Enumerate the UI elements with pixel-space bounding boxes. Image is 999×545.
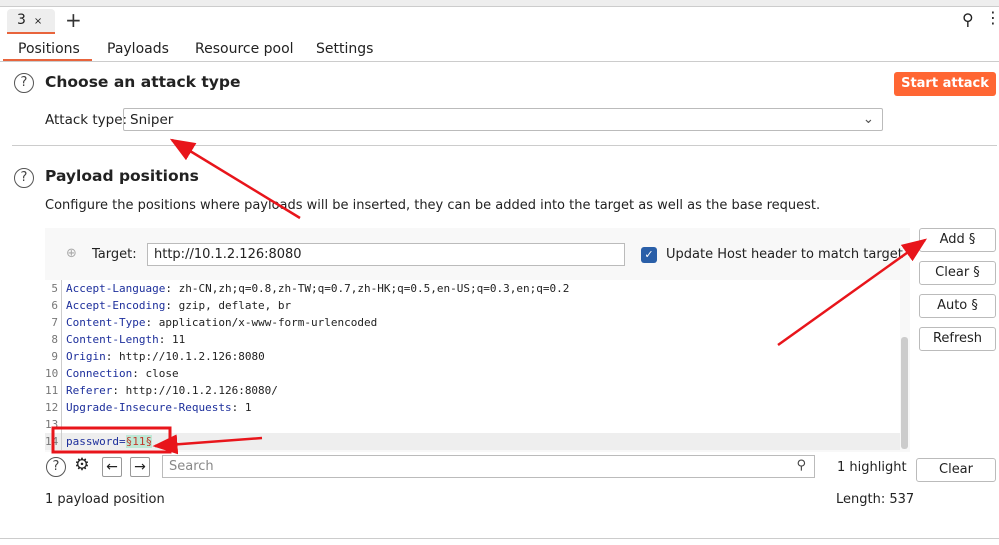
annotation-arrow xyxy=(169,138,301,220)
annotation-overlay xyxy=(51,138,928,455)
annotation-box xyxy=(51,426,172,454)
annotation-arrow xyxy=(777,238,928,347)
